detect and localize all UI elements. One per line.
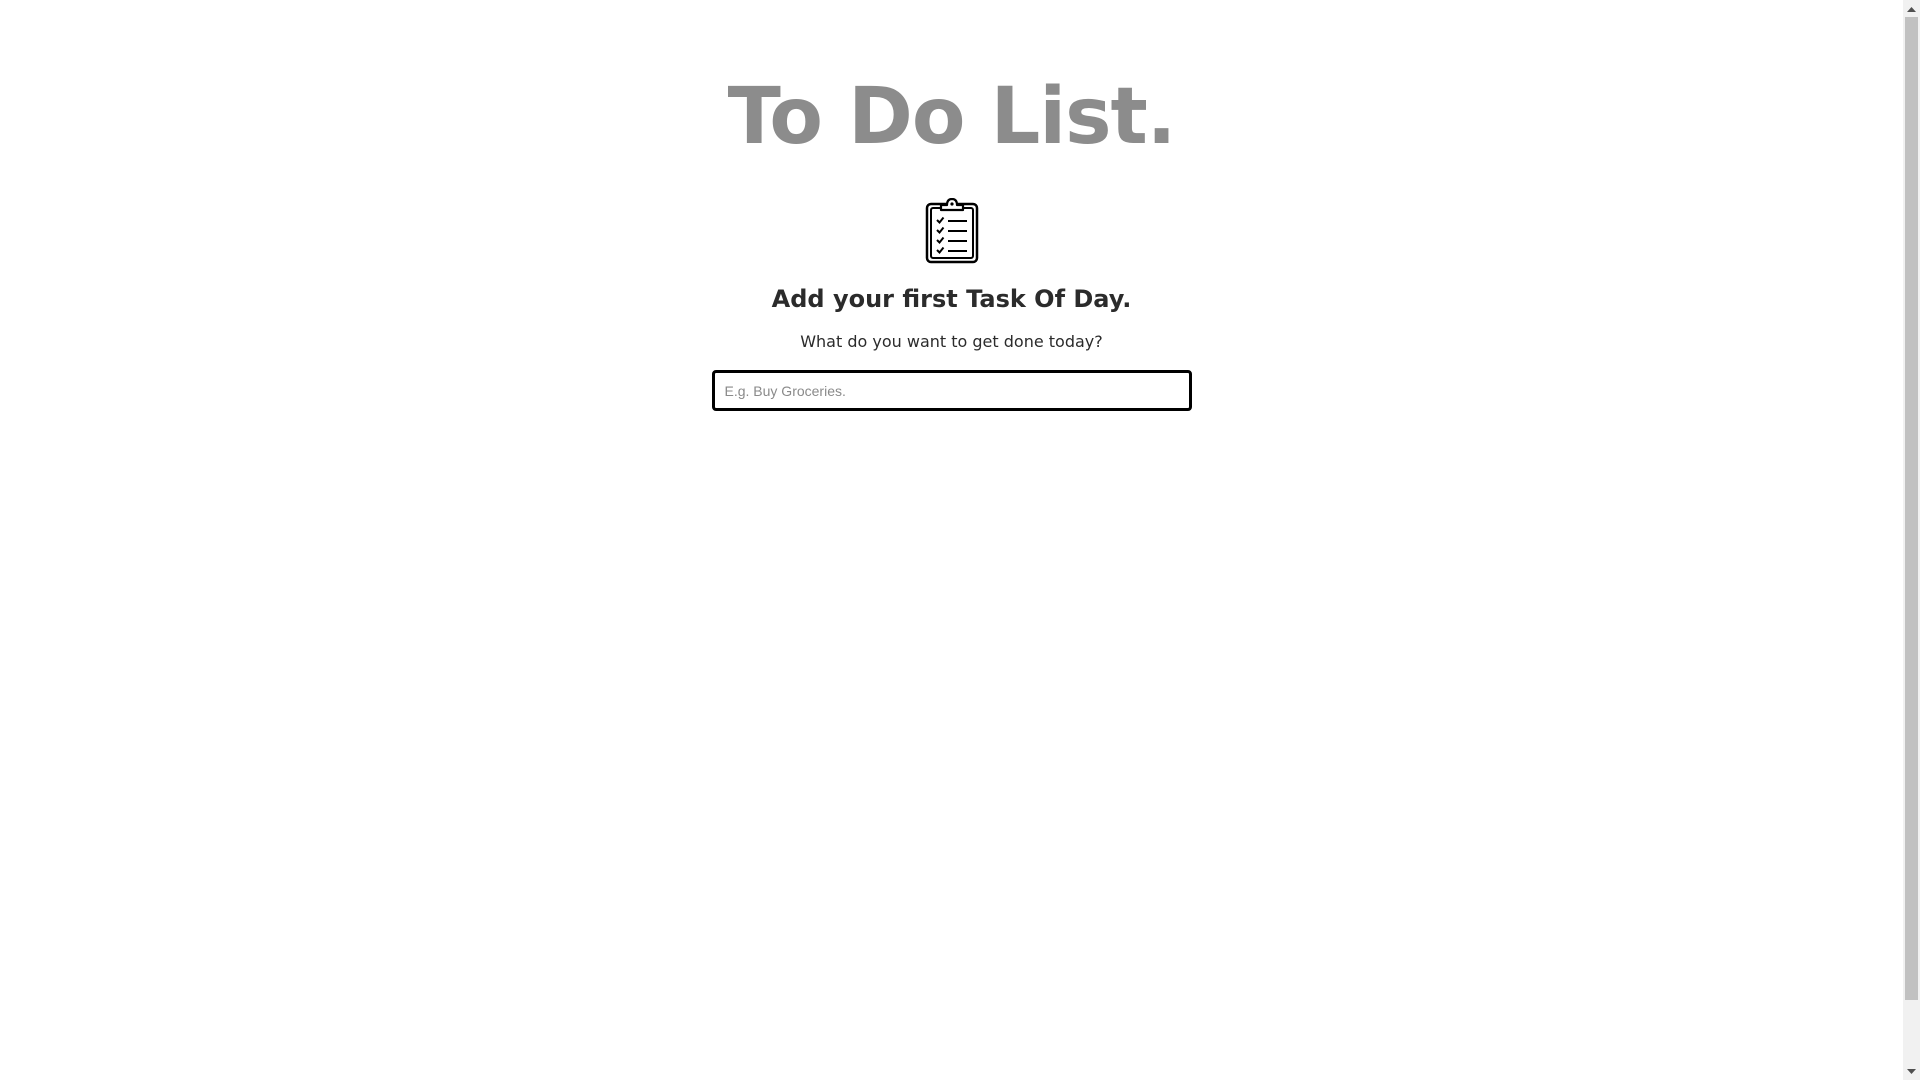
page-viewport: To Do List. Add your first Task Of Day. … <box>0 0 1903 1080</box>
scroll-up-arrow-icon[interactable] <box>1903 0 1920 17</box>
empty-state-subtitle: What do you want to get done today? <box>800 332 1103 351</box>
clipboard-checklist-icon <box>925 198 978 264</box>
task-input[interactable] <box>711 370 1192 411</box>
page-title: To Do List. <box>727 72 1177 162</box>
todo-app: To Do List. Add your first Task Of Day. … <box>0 0 1903 411</box>
empty-state-heading: Add your first Task Of Day. <box>771 285 1132 313</box>
vertical-scrollbar[interactable] <box>1903 0 1920 1080</box>
scroll-down-arrow-icon[interactable] <box>1903 1063 1920 1080</box>
scrollbar-thumb[interactable] <box>1905 17 1918 1000</box>
